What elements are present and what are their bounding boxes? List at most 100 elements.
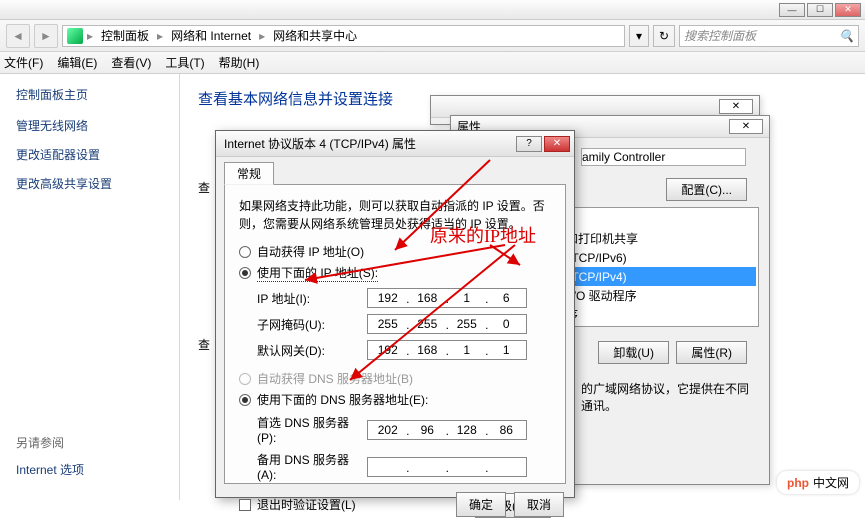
adapter-name-field[interactable]: [581, 148, 746, 166]
sidebar-sharing-link[interactable]: 更改高级共享设置: [16, 175, 163, 192]
dialog-title: Internet 协议版本 4 (TCP/IPv4) 属性: [224, 135, 416, 152]
radio-manual-ip[interactable]: [239, 267, 251, 279]
chevron-right-icon: ▸: [259, 29, 265, 43]
dialog-tabstrip: 常规: [216, 157, 574, 184]
mask-octet-3[interactable]: 255: [447, 315, 487, 333]
sidebar-wireless-link[interactable]: 管理无线网络: [16, 117, 163, 134]
breadcrumb-item-sharing-center[interactable]: 网络和共享中心: [269, 27, 361, 44]
dns1-octet-4[interactable]: 86: [487, 421, 527, 439]
gateway-input[interactable]: 192 168 1 1: [367, 340, 527, 360]
minimize-button[interactable]: —: [779, 3, 805, 17]
radio-manual-ip-label: 使用下面的 IP 地址(S):: [257, 264, 378, 282]
bg-window-status-close[interactable]: ✕: [719, 99, 753, 114]
dialog-close-button[interactable]: ✕: [544, 136, 570, 152]
dns2-octet-3[interactable]: [447, 458, 487, 476]
menu-help[interactable]: 帮助(H): [219, 54, 260, 71]
validate-checkbox[interactable]: [239, 499, 251, 511]
radio-manual-dns-label: 使用下面的 DNS 服务器地址(E):: [257, 391, 428, 408]
sidebar-home-link[interactable]: 控制面板主页: [16, 86, 163, 103]
watermark: php 中文网: [777, 471, 859, 494]
ip-address-input[interactable]: 192 168 1 6: [367, 288, 527, 308]
dns1-octet-1[interactable]: 202: [368, 421, 408, 439]
radio-manual-ip-row[interactable]: 使用下面的 IP 地址(S):: [239, 264, 551, 282]
watermark-php: php: [787, 476, 809, 490]
search-icon: 🔍: [839, 29, 854, 43]
gw-octet-3[interactable]: 1: [447, 341, 487, 359]
radio-auto-dns-row: 自动获得 DNS 服务器地址(B): [239, 370, 551, 387]
mask-octet-4[interactable]: 0: [487, 315, 527, 333]
mask-octet-1[interactable]: 255: [368, 315, 408, 333]
instructions-text: 如果网络支持此功能，则可以获取自动指派的 IP 设置。否则，您需要从网络系统管理…: [239, 197, 551, 233]
breadcrumb[interactable]: ▸ 控制面板 ▸ 网络和 Internet ▸ 网络和共享中心: [62, 25, 625, 47]
ip-address-label: IP 地址(I):: [257, 290, 367, 307]
window-titlebar: — ☐ ✕: [0, 0, 865, 20]
ip-octet-2[interactable]: 168: [408, 289, 448, 307]
sidebar-internet-options-link[interactable]: Internet 选项: [16, 461, 163, 478]
description-line-2: 通讯。: [581, 397, 759, 414]
tab-general[interactable]: 常规: [224, 162, 274, 185]
dns1-octet-2[interactable]: 96: [408, 421, 448, 439]
configure-button[interactable]: 配置(C)...: [666, 178, 747, 201]
close-button[interactable]: ✕: [835, 3, 861, 17]
menu-view[interactable]: 查看(V): [111, 54, 151, 71]
dialog-titlebar[interactable]: Internet 协议版本 4 (TCP/IPv4) 属性 ? ✕: [216, 131, 574, 157]
search-input[interactable]: 搜索控制面板 🔍: [679, 25, 859, 47]
breadcrumb-dropdown[interactable]: ▾: [629, 25, 649, 47]
radio-manual-dns-row[interactable]: 使用下面的 DNS 服务器地址(E):: [239, 391, 551, 408]
menu-edit[interactable]: 编辑(E): [57, 54, 97, 71]
subnet-mask-input[interactable]: 255 255 255 0: [367, 314, 527, 334]
gw-octet-1[interactable]: 192: [368, 341, 408, 359]
radio-auto-dns: [239, 373, 251, 385]
uninstall-button[interactable]: 卸载(U): [598, 341, 669, 364]
dns2-label: 备用 DNS 服务器(A):: [257, 451, 367, 482]
gw-octet-2[interactable]: 168: [408, 341, 448, 359]
forward-button[interactable]: ►: [34, 24, 58, 48]
radio-auto-dns-label: 自动获得 DNS 服务器地址(B): [257, 370, 413, 387]
ip-octet-3[interactable]: 1: [447, 289, 487, 307]
watermark-cn: 中文网: [813, 474, 849, 491]
dialog-help-button[interactable]: ?: [516, 136, 542, 152]
dns2-octet-4[interactable]: [487, 458, 527, 476]
cancel-button[interactable]: 取消: [514, 492, 564, 517]
radio-manual-dns[interactable]: [239, 394, 251, 406]
sidebar-see-also-label: 另请参阅: [16, 434, 163, 451]
gateway-label: 默认网关(D):: [257, 342, 367, 359]
ip-octet-4[interactable]: 6: [487, 289, 527, 307]
dns2-input[interactable]: [367, 457, 527, 477]
subnet-mask-row: 子网掩码(U): 255 255 255 0: [257, 314, 551, 334]
menu-tools[interactable]: 工具(T): [165, 54, 204, 71]
bg-window-properties-close[interactable]: ✕: [729, 119, 763, 134]
sidebar: 控制面板主页 管理无线网络 更改适配器设置 更改高级共享设置 另请参阅 Inte…: [0, 74, 180, 500]
gateway-row: 默认网关(D): 192 168 1 1: [257, 340, 551, 360]
breadcrumb-item-control-panel[interactable]: 控制面板: [97, 27, 153, 44]
ipv4-properties-dialog: Internet 协议版本 4 (TCP/IPv4) 属性 ? ✕ 常规 如果网…: [215, 130, 575, 498]
navigation-bar: ◄ ► ▸ 控制面板 ▸ 网络和 Internet ▸ 网络和共享中心 ▾ ↻ …: [0, 20, 865, 52]
menu-file[interactable]: 文件(F): [4, 54, 43, 71]
dns2-octet-1[interactable]: [368, 458, 408, 476]
properties-button[interactable]: 属性(R): [676, 341, 747, 364]
radio-auto-ip[interactable]: [239, 246, 251, 258]
dns1-input[interactable]: 202 96 128 86: [367, 420, 527, 440]
dns1-label: 首选 DNS 服务器(P):: [257, 414, 367, 445]
dns1-octet-3[interactable]: 128: [447, 421, 487, 439]
radio-auto-ip-label: 自动获得 IP 地址(O): [257, 243, 364, 260]
gw-octet-4[interactable]: 1: [487, 341, 527, 359]
search-placeholder: 搜索控制面板: [684, 27, 756, 44]
dns1-row: 首选 DNS 服务器(P): 202 96 128 86: [257, 414, 551, 445]
maximize-button[interactable]: ☐: [807, 3, 833, 17]
subnet-mask-label: 子网掩码(U):: [257, 316, 367, 333]
chevron-right-icon: ▸: [87, 29, 93, 43]
validate-checkbox-label: 退出时验证设置(L): [257, 496, 356, 513]
dns2-octet-2[interactable]: [408, 458, 448, 476]
radio-auto-ip-row[interactable]: 自动获得 IP 地址(O): [239, 243, 551, 260]
mask-octet-2[interactable]: 255: [408, 315, 448, 333]
ip-octet-1[interactable]: 192: [368, 289, 408, 307]
sidebar-adapter-link[interactable]: 更改适配器设置: [16, 146, 163, 163]
tab-panel-general: 如果网络支持此功能，则可以获取自动指派的 IP 设置。否则，您需要从网络系统管理…: [224, 184, 566, 484]
menu-bar: 文件(F) 编辑(E) 查看(V) 工具(T) 帮助(H): [0, 52, 865, 74]
refresh-button[interactable]: ↻: [653, 25, 675, 47]
ok-button[interactable]: 确定: [456, 492, 506, 517]
breadcrumb-item-network[interactable]: 网络和 Internet: [167, 27, 255, 44]
ip-address-row: IP 地址(I): 192 168 1 6: [257, 288, 551, 308]
back-button[interactable]: ◄: [6, 24, 30, 48]
